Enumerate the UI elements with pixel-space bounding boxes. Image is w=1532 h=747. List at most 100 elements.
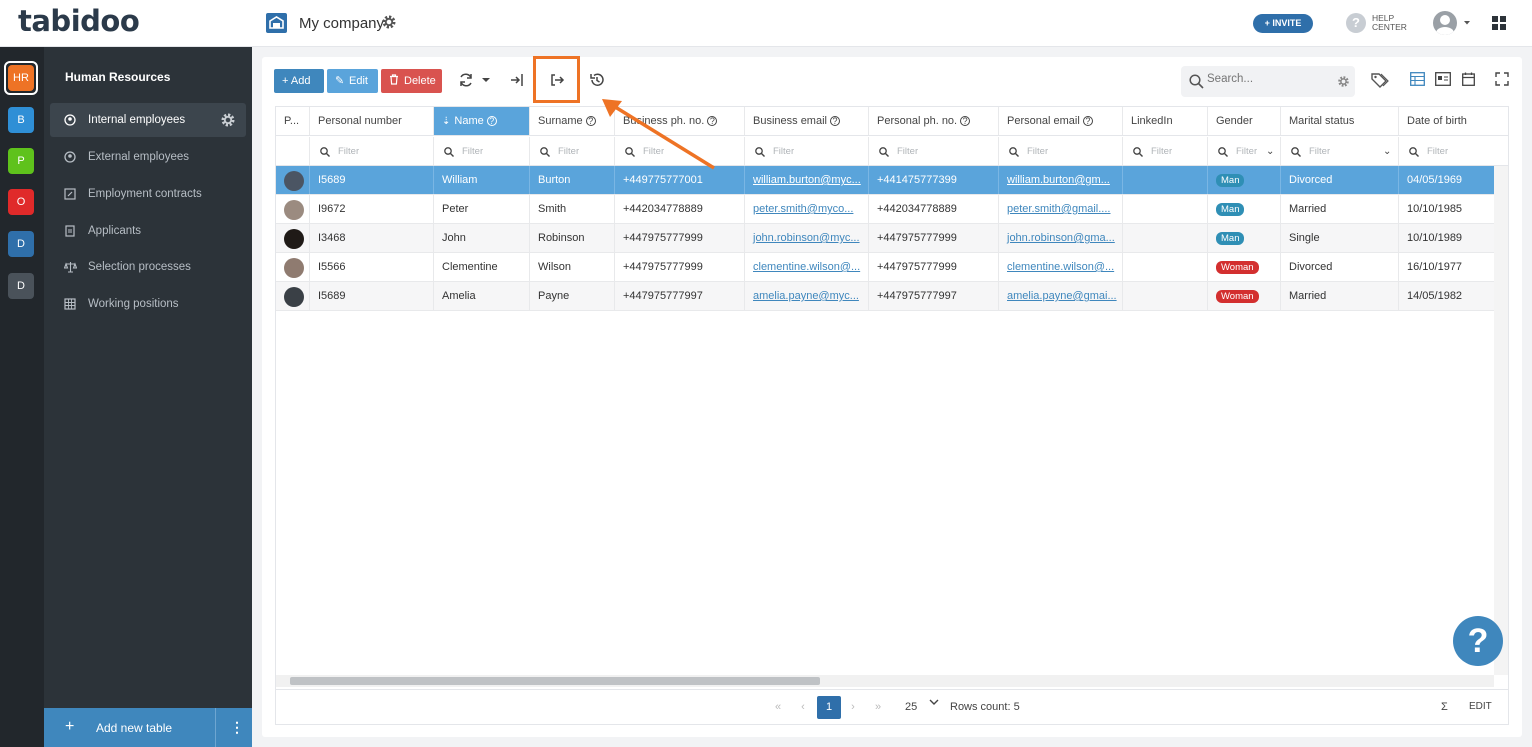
table-row[interactable]: I5689 William Burton +449775777001 willi… bbox=[276, 166, 1494, 195]
cell-business-phone[interactable]: +442034778889 bbox=[615, 195, 745, 223]
cell-surname[interactable]: Payne bbox=[530, 282, 615, 310]
column-header-name[interactable]: ⇣ Name ? bbox=[434, 107, 530, 135]
business-email-link[interactable]: william.burton@myc... bbox=[753, 174, 861, 186]
chevron-down-icon[interactable] bbox=[929, 698, 939, 706]
chevron-down-icon[interactable]: ⌄ bbox=[1266, 137, 1274, 165]
sigma-icon[interactable]: Σ bbox=[1441, 701, 1448, 713]
help-circle-icon[interactable]: ? bbox=[585, 116, 596, 126]
business-email-link[interactable]: peter.smith@myco... bbox=[753, 203, 853, 215]
help-circle-icon[interactable]: ? bbox=[960, 116, 971, 126]
help-center-link[interactable]: HELP CENTER bbox=[1372, 14, 1412, 32]
card-view-icon[interactable] bbox=[1435, 72, 1451, 86]
edit-button[interactable]: ✎ Edit bbox=[327, 69, 378, 93]
workspace-o[interactable]: O bbox=[8, 189, 34, 215]
column-header-personal-email[interactable]: Personal email ? bbox=[999, 107, 1123, 135]
cell-linkedin[interactable] bbox=[1123, 224, 1208, 252]
cell-personal-phone[interactable]: +447975777999 bbox=[869, 224, 999, 252]
help-circle-icon[interactable]: ? bbox=[830, 116, 841, 126]
delete-button[interactable]: Delete bbox=[381, 69, 442, 93]
cell-personal-number[interactable]: I9672 bbox=[310, 195, 434, 223]
table-row[interactable]: I9672 Peter Smith +442034778889 peter.sm… bbox=[276, 195, 1494, 224]
tags-icon[interactable] bbox=[1371, 72, 1389, 88]
help-circle-icon[interactable]: ? bbox=[1082, 116, 1093, 126]
cell-marital-status[interactable]: Single bbox=[1281, 224, 1399, 252]
cell-gender[interactable]: Man bbox=[1208, 195, 1281, 223]
add-new-table-button[interactable]: + Add new table ⋮ bbox=[44, 708, 252, 747]
cell-business-email[interactable]: john.robinson@myc... bbox=[745, 224, 869, 252]
table-row[interactable]: I3468 John Robinson +447975777999 john.r… bbox=[276, 224, 1494, 253]
sidebar-item-applicants[interactable]: Applicants bbox=[50, 214, 246, 248]
help-circle-icon[interactable]: ? bbox=[486, 116, 497, 126]
prev-page-button[interactable]: ‹ bbox=[791, 696, 815, 719]
history-icon[interactable] bbox=[589, 72, 605, 88]
cell-surname[interactable]: Wilson bbox=[530, 253, 615, 281]
column-header-gender[interactable]: Gender bbox=[1208, 107, 1281, 135]
filter-personal-phone[interactable]: Filter bbox=[869, 137, 999, 165]
cell-gender[interactable]: Man bbox=[1208, 166, 1281, 194]
apps-grid-icon[interactable] bbox=[1492, 16, 1506, 30]
more-vertical-icon[interactable]: ⋮ bbox=[230, 719, 244, 736]
column-header-personal-phone[interactable]: Personal ph. no. ? bbox=[869, 107, 999, 135]
cell-business-email[interactable]: peter.smith@myco... bbox=[745, 195, 869, 223]
cell-marital-status[interactable]: Divorced bbox=[1281, 166, 1399, 194]
chevron-down-icon[interactable] bbox=[1463, 20, 1471, 26]
cell-date-of-birth[interactable]: 10/10/1989 bbox=[1399, 224, 1494, 252]
cell-personal-number[interactable]: I5566 bbox=[310, 253, 434, 281]
chevron-down-icon[interactable]: ⌄ bbox=[1383, 137, 1391, 165]
company-settings-gear-icon[interactable] bbox=[381, 14, 397, 30]
cell-personal-phone[interactable]: +442034778889 bbox=[869, 195, 999, 223]
cell-business-email[interactable]: amelia.payne@myc... bbox=[745, 282, 869, 310]
cell-personal-phone[interactable]: +447975777999 bbox=[869, 253, 999, 281]
cell-gender[interactable]: Woman bbox=[1208, 282, 1281, 310]
cell-surname[interactable]: Robinson bbox=[530, 224, 615, 252]
sidebar-item-working-positions[interactable]: Working positions bbox=[50, 287, 246, 321]
personal-email-link[interactable]: peter.smith@gmail.... bbox=[1007, 203, 1110, 215]
personal-email-link[interactable]: clementine.wilson@... bbox=[1007, 261, 1114, 273]
import-icon[interactable] bbox=[509, 72, 525, 88]
cell-personal-phone[interactable]: +447975777997 bbox=[869, 282, 999, 310]
cell-date-of-birth[interactable]: 14/05/1982 bbox=[1399, 282, 1494, 310]
refresh-icon[interactable] bbox=[458, 72, 474, 88]
search-input[interactable] bbox=[1207, 73, 1327, 85]
sidebar-item-employment-contracts[interactable]: Employment contracts bbox=[50, 177, 246, 211]
column-header-personal-number[interactable]: Personal number bbox=[310, 107, 434, 135]
workspace-p[interactable]: P bbox=[8, 148, 34, 174]
help-center-icon[interactable]: ? bbox=[1346, 13, 1366, 33]
column-header-business-email[interactable]: Business email ? bbox=[745, 107, 869, 135]
filter-gender[interactable]: Filter ⌄ bbox=[1208, 137, 1281, 165]
column-header-photo[interactable]: P... bbox=[276, 107, 310, 135]
personal-email-link[interactable]: william.burton@gm... bbox=[1007, 174, 1110, 186]
workspace-b[interactable]: B bbox=[8, 107, 34, 133]
first-page-button[interactable]: « bbox=[766, 696, 790, 719]
cell-personal-email[interactable]: john.robinson@gma... bbox=[999, 224, 1123, 252]
cell-personal-number[interactable]: I5689 bbox=[310, 282, 434, 310]
last-page-button[interactable]: » bbox=[866, 696, 890, 719]
horizontal-scrollbar[interactable] bbox=[276, 675, 1494, 687]
calendar-view-icon[interactable] bbox=[1462, 72, 1475, 86]
cell-date-of-birth[interactable]: 16/10/1977 bbox=[1399, 253, 1494, 281]
invite-button[interactable]: + INVITE bbox=[1253, 14, 1313, 33]
column-header-date-of-birth[interactable]: Date of birth bbox=[1399, 107, 1508, 135]
cell-surname[interactable]: Smith bbox=[530, 195, 615, 223]
cell-name[interactable]: Amelia bbox=[434, 282, 530, 310]
page-size-select[interactable]: 25 bbox=[905, 701, 917, 713]
scrollbar-thumb[interactable] bbox=[290, 677, 820, 685]
table-row[interactable]: I5566 Clementine Wilson +447975777999 cl… bbox=[276, 253, 1494, 282]
add-button[interactable]: + Add bbox=[274, 69, 324, 93]
filter-name[interactable]: Filter bbox=[434, 137, 530, 165]
cell-personal-email[interactable]: peter.smith@gmail.... bbox=[999, 195, 1123, 223]
filter-date-of-birth[interactable]: Filter bbox=[1399, 137, 1508, 165]
workspace-d[interactable]: D bbox=[8, 231, 34, 257]
tabidoo-logo[interactable]: tabidoo bbox=[18, 4, 140, 38]
table-view-icon[interactable] bbox=[1410, 72, 1425, 86]
cell-business-email[interactable]: william.burton@myc... bbox=[745, 166, 869, 194]
table-settings-gear-icon[interactable] bbox=[220, 112, 236, 128]
cell-business-phone[interactable]: +447975777997 bbox=[615, 282, 745, 310]
business-email-link[interactable]: amelia.payne@myc... bbox=[753, 290, 859, 302]
business-email-link[interactable]: john.robinson@myc... bbox=[753, 232, 860, 244]
cell-personal-number[interactable]: I3468 bbox=[310, 224, 434, 252]
cell-date-of-birth[interactable]: 10/10/1985 bbox=[1399, 195, 1494, 223]
cell-personal-email[interactable]: amelia.payne@gmai... bbox=[999, 282, 1123, 310]
personal-email-link[interactable]: john.robinson@gma... bbox=[1007, 232, 1115, 244]
cell-name[interactable]: Peter bbox=[434, 195, 530, 223]
